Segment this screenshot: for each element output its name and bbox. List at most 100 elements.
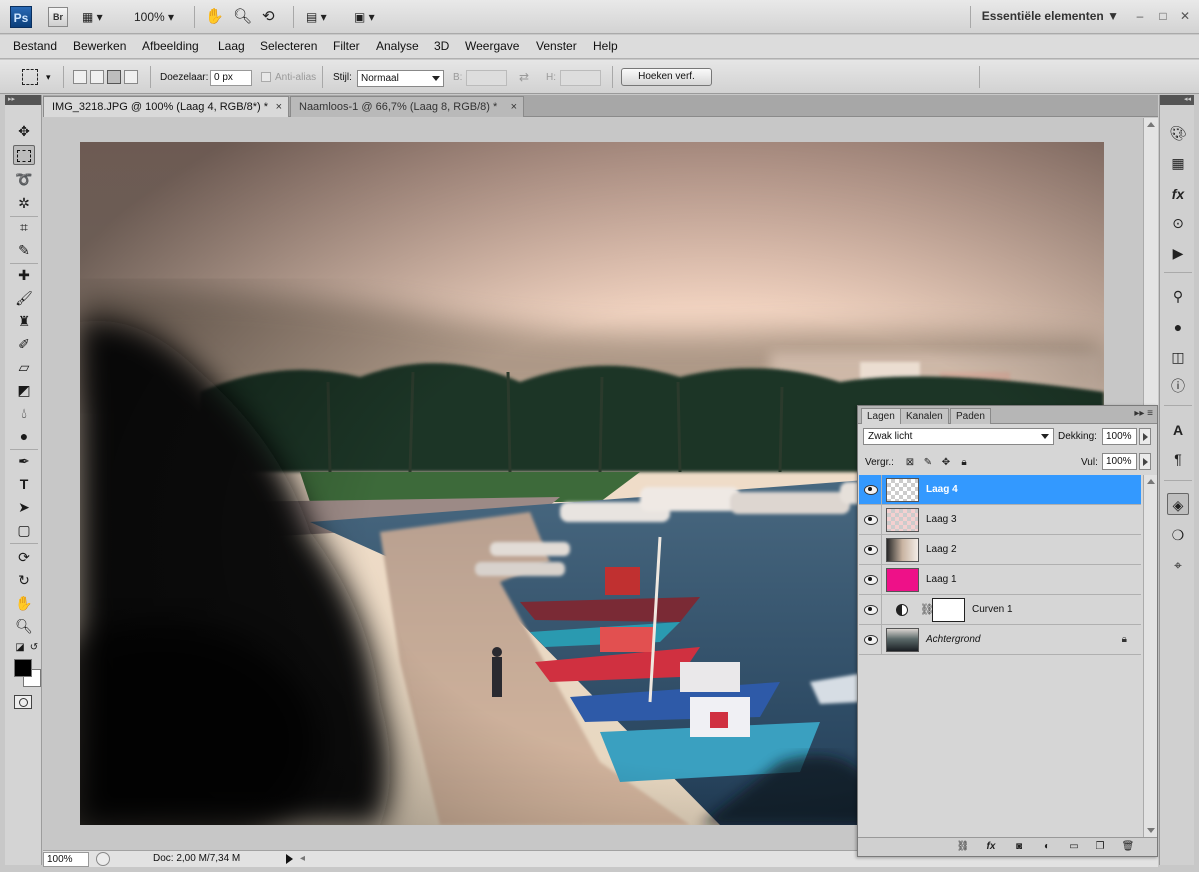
clone-stamp-tool-icon[interactable]: ♜ — [13, 311, 35, 331]
swap-colors-icon[interactable]: ↺ — [23, 638, 45, 658]
paragraph-panel-icon[interactable]: ¶ — [1167, 448, 1189, 470]
blur-tool-icon[interactable]: 💧︎ — [13, 403, 35, 423]
visibility-eye-icon[interactable] — [863, 633, 878, 645]
width-input[interactable] — [466, 70, 507, 86]
visibility-eye-icon[interactable] — [863, 513, 878, 525]
height-input[interactable] — [560, 70, 601, 86]
link-layers-icon[interactable]: ⛓︎ — [955, 840, 971, 854]
opacity-input[interactable]: 100% — [1102, 428, 1137, 445]
close-icon[interactable]: ✕ — [1177, 8, 1193, 24]
layers-scrollbar[interactable] — [1143, 475, 1157, 837]
blend-mode-select[interactable]: Zwak licht — [863, 428, 1054, 445]
bridge-button[interactable]: Br — [48, 7, 68, 27]
style-select[interactable]: Normaal — [357, 70, 444, 87]
brush-presets-panel-icon[interactable]: ● — [1167, 316, 1189, 338]
eyedropper-tool-icon[interactable]: ✎ — [13, 240, 35, 260]
lock-position-icon[interactable]: ✥ — [940, 457, 952, 469]
visibility-eye-icon[interactable] — [863, 603, 878, 615]
new-layer-icon[interactable]: ❐ — [1092, 840, 1108, 854]
brush-tool-icon[interactable]: 🖌︎ — [13, 288, 35, 308]
menu-venster[interactable]: Venster — [536, 39, 577, 53]
maximize-icon[interactable]: □ — [1155, 8, 1171, 24]
refine-edge-button[interactable]: Hoeken verf. — [621, 68, 712, 86]
lock-transparency-icon[interactable]: ⊠ — [904, 457, 916, 469]
menu-weergave[interactable]: Weergave — [465, 39, 519, 53]
healing-brush-tool-icon[interactable]: ✚ — [13, 265, 35, 285]
rectangular-marquee-tool-icon[interactable] — [13, 145, 35, 165]
panel-menu-icon[interactable]: ▸▸ ≡ — [1134, 408, 1153, 419]
styles-panel-icon[interactable]: fx — [1167, 183, 1189, 205]
layer-row-curven-1[interactable]: ⛓︎ Curven 1 — [859, 595, 1141, 625]
preset-dropdown-icon[interactable]: ▾ — [46, 72, 51, 83]
quick-mask-icon[interactable] — [14, 695, 32, 709]
adjustments-panel-icon[interactable]: ⊙ — [1167, 212, 1189, 234]
pen-tool-icon[interactable]: ✒ — [13, 451, 35, 471]
channels-panel-icon[interactable]: ❍ — [1167, 524, 1189, 546]
delete-layer-icon[interactable]: 🗑︎ — [1120, 840, 1136, 854]
add-mask-icon[interactable]: ◙ — [1011, 840, 1027, 854]
feather-input[interactable]: 0 px — [210, 70, 252, 86]
marquee-preset-icon[interactable] — [22, 69, 38, 85]
crop-tool-icon[interactable]: ⌗ — [13, 217, 35, 237]
layer-row-laag-3[interactable]: Laag 3 — [859, 505, 1141, 535]
new-adjustment-layer-icon[interactable]: ◐ — [1039, 840, 1055, 854]
menu-bewerken[interactable]: Bewerken — [73, 39, 126, 53]
fill-slider-button[interactable] — [1139, 453, 1151, 470]
hand-tool-icon[interactable]: ✋ — [13, 593, 35, 613]
antialias-checkbox[interactable] — [261, 72, 271, 82]
history-brush-tool-icon[interactable]: ✐ — [13, 334, 35, 354]
zoom-level-dropdown[interactable]: 100% ▾ — [134, 8, 174, 26]
workspace-switcher[interactable]: Essentiële elementen ▼ — [982, 9, 1119, 23]
arrange-documents-icon[interactable]: ▤ ▾ — [306, 8, 327, 26]
close-tab-icon[interactable]: × — [511, 97, 517, 117]
menu-help[interactable]: Help — [593, 39, 618, 53]
move-tool-icon[interactable]: ✥ — [13, 121, 35, 141]
clone-source-panel-icon[interactable]: ⚲ — [1167, 285, 1189, 307]
add-selection-icon[interactable] — [90, 70, 104, 84]
dodge-tool-icon[interactable]: ● — [13, 426, 35, 446]
zoom-tool-icon[interactable]: 🔍︎ — [233, 8, 252, 26]
tab-lagen[interactable]: Lagen — [861, 408, 901, 424]
visibility-eye-icon[interactable] — [863, 483, 878, 495]
tab-paden[interactable]: Paden — [950, 408, 991, 424]
swatches-panel-icon[interactable]: ▦ — [1167, 152, 1189, 174]
status-menu-arrow-icon[interactable] — [286, 854, 293, 864]
fill-input[interactable]: 100% — [1102, 453, 1137, 470]
swap-dimensions-icon[interactable]: ⇄ — [519, 70, 529, 84]
intersect-selection-icon[interactable] — [124, 70, 138, 84]
opacity-slider-button[interactable] — [1139, 428, 1151, 445]
tab-naamloos-1[interactable]: Naamloos-1 @ 66,7% (Laag 8, RGB/8) * × — [290, 96, 524, 117]
menu-selecteren[interactable]: Selecteren — [260, 39, 317, 53]
subtract-selection-icon[interactable] — [107, 70, 121, 84]
type-tool-icon[interactable]: T — [13, 474, 35, 494]
tab-img-3218[interactable]: IMG_3218.JPG @ 100% (Laag 4, RGB/8*) * × — [43, 96, 289, 117]
tab-kanalen[interactable]: Kanalen — [900, 408, 949, 424]
layer-row-laag-4[interactable]: Laag 4 — [859, 475, 1141, 505]
layer-row-laag-2[interactable]: Laag 2 — [859, 535, 1141, 565]
hand-tool-icon[interactable]: ✋ — [205, 8, 224, 26]
layer-style-icon[interactable]: fx — [983, 840, 999, 854]
dock-collapse-icon[interactable]: ◂◂ — [1160, 95, 1194, 105]
scroll-left-icon[interactable]: ◂ — [300, 853, 305, 864]
view-extras-icon[interactable]: ▦ ▾ — [82, 8, 103, 26]
3d-orbit-tool-icon[interactable]: ↻ — [13, 570, 35, 590]
menu-laag[interactable]: Laag — [218, 39, 245, 53]
shape-tool-icon[interactable]: ▢ — [13, 520, 35, 540]
paths-panel-icon[interactable]: ⌖ — [1167, 554, 1189, 576]
history-panel-icon[interactable]: ◫ — [1167, 346, 1189, 368]
menu-filter[interactable]: Filter — [333, 39, 360, 53]
status-preview-icon[interactable] — [96, 852, 110, 866]
layer-row-achtergrond[interactable]: Achtergrond 🔒︎ — [859, 625, 1141, 655]
character-panel-icon[interactable]: A — [1167, 419, 1189, 441]
quick-selection-tool-icon[interactable]: ✲ — [13, 193, 35, 213]
minimize-icon[interactable]: – — [1132, 8, 1148, 24]
3d-rotate-tool-icon[interactable]: ⟳ — [13, 547, 35, 567]
lock-all-icon[interactable]: 🔒︎ — [958, 457, 970, 469]
info-panel-icon[interactable]: ⓘ — [1167, 375, 1189, 397]
new-selection-icon[interactable] — [73, 70, 87, 84]
actions-panel-icon[interactable]: ▶ — [1167, 242, 1189, 264]
new-group-icon[interactable]: ▭ — [1066, 840, 1082, 854]
lasso-tool-icon[interactable]: ➰ — [13, 169, 35, 189]
menu-analyse[interactable]: Analyse — [376, 39, 419, 53]
close-tab-icon[interactable]: × — [276, 97, 282, 117]
